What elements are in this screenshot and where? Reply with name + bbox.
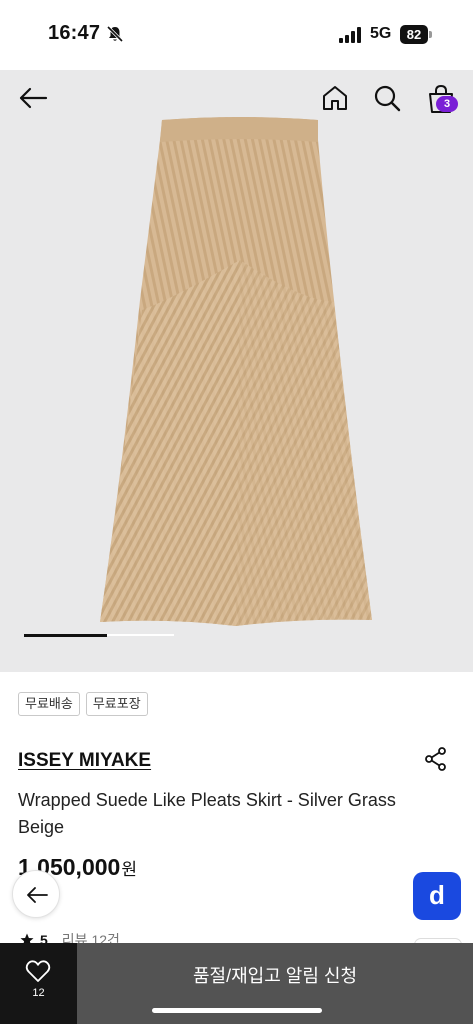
home-indicator [152, 1008, 322, 1013]
battery-level: 82 [400, 25, 428, 44]
carousel-progress [24, 634, 107, 637]
d-logo-icon: d [429, 880, 445, 910]
home-icon[interactable] [321, 84, 349, 112]
product-image-gallery[interactable]: 3 [0, 70, 473, 672]
d-app-button[interactable]: d [413, 872, 461, 920]
product-image [100, 117, 372, 626]
wishlist-count: 12 [32, 987, 45, 999]
heart-icon [25, 960, 51, 982]
benefit-tags: 무료배송 무료포장 [18, 692, 148, 716]
floating-back-button[interactable] [12, 870, 60, 918]
back-arrow-icon[interactable] [18, 86, 48, 110]
tag-free-shipping: 무료배송 [18, 692, 80, 716]
carousel-indicator [24, 634, 174, 637]
status-bar: 16:47 5G 82 [0, 0, 473, 70]
brand-link[interactable]: ISSEY MIYAKE [18, 750, 151, 772]
battery-icon: 82 [400, 25, 432, 44]
search-icon[interactable] [373, 84, 401, 112]
network-label: 5G [370, 25, 392, 42]
back-arrow-icon [27, 887, 48, 903]
battery-cap [429, 31, 432, 38]
product-name: Wrapped Suede Like Pleats Skirt - Silver… [18, 790, 396, 837]
status-time: 16:47 [48, 22, 101, 44]
share-icon[interactable] [424, 747, 448, 771]
wishlist-button[interactable]: 12 [0, 943, 77, 1024]
tag-free-wrapping: 무료포장 [85, 692, 148, 716]
bell-muted-icon [106, 25, 124, 43]
price-unit: 원 [121, 860, 137, 879]
signal-icon [339, 27, 361, 43]
cart-count-badge: 3 [436, 96, 458, 112]
